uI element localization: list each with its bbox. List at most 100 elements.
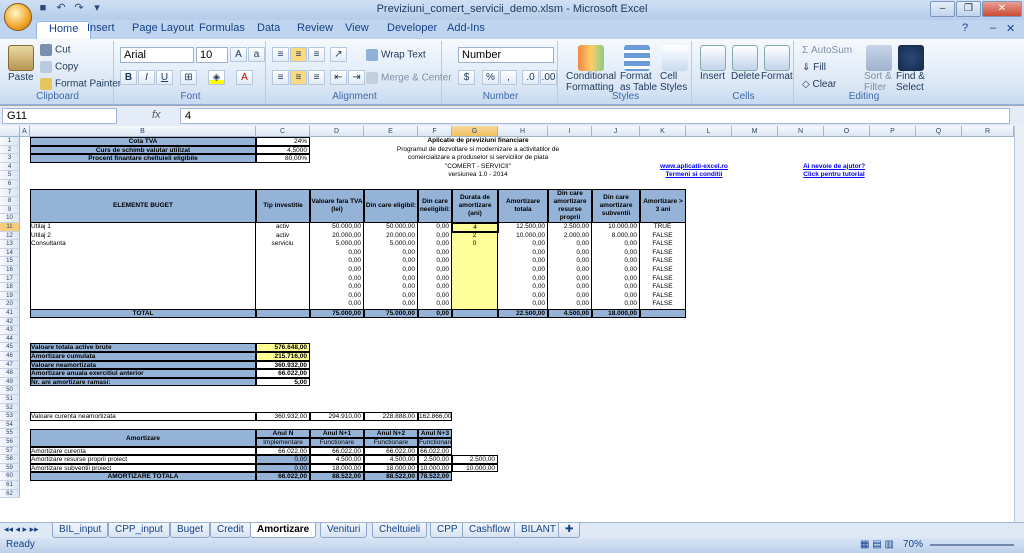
table-cell[interactable]: 0,00 (310, 283, 364, 292)
duration-cell[interactable]: 2 (452, 231, 498, 241)
row-header[interactable]: 42 (0, 317, 20, 327)
param-value[interactable]: 80,00% (256, 154, 310, 163)
row-header[interactable]: 18 (0, 283, 20, 292)
align-center-button[interactable]: ≡ (290, 70, 307, 85)
table-cell[interactable]: FALSE (640, 300, 686, 309)
table-cell[interactable]: FALSE (640, 240, 686, 249)
param-value[interactable]: 4,5000 (256, 145, 310, 155)
sheet-tab-cheltuieli[interactable]: Cheltuieli (372, 523, 428, 538)
row-header[interactable]: 3 (0, 154, 20, 163)
column-header[interactable]: B (30, 126, 256, 137)
table-cell[interactable]: 10.000,00 (498, 231, 548, 241)
tab-developer[interactable]: Developer (387, 22, 437, 34)
table-cell[interactable]: 50.000,00 (364, 223, 418, 232)
row-header[interactable]: 46 (0, 352, 20, 361)
comma-button[interactable]: , (500, 70, 517, 85)
align-left-button[interactable]: ≡ (272, 70, 289, 85)
table-cell[interactable]: 0,00 (364, 291, 418, 301)
sort-filter-button[interactable]: Sort & Filter (864, 71, 892, 93)
table-cell[interactable]: FALSE (640, 266, 686, 275)
format-as-table-button[interactable]: Format as Table (620, 71, 657, 93)
row-header[interactable]: 56 (0, 438, 20, 447)
row-header[interactable]: 52 (0, 403, 20, 413)
row-header[interactable]: 14 (0, 248, 20, 258)
table-cell[interactable]: activ (256, 231, 310, 241)
format-painter-button[interactable]: Format Painter (40, 78, 121, 90)
sheet-tab-bil-input[interactable]: BIL_input (52, 523, 109, 538)
row-header[interactable]: 48 (0, 369, 20, 378)
table-cell[interactable]: 0,00 (498, 291, 548, 301)
table-cell[interactable]: 0,00 (310, 257, 364, 266)
sheet-tab-buget[interactable]: Buget (170, 523, 211, 538)
table-cell[interactable]: 0,00 (310, 248, 364, 258)
underline-button[interactable]: U (156, 70, 173, 85)
table-cell[interactable]: 0,00 (498, 300, 548, 309)
row-header[interactable]: 20 (0, 300, 20, 309)
table-cell[interactable]: FALSE (640, 231, 686, 241)
increase-indent-button[interactable]: ⇥ (348, 70, 365, 85)
conditional-formatting-button[interactable]: Conditional Formatting (566, 71, 616, 93)
clear-button[interactable]: ◇ Clear (802, 79, 836, 90)
binoculars-icon[interactable] (898, 45, 924, 71)
row-header[interactable]: 59 (0, 463, 20, 473)
autosum-button[interactable]: Σ AutoSum (802, 45, 852, 56)
tab-review[interactable]: Review (297, 22, 333, 34)
duration-cell[interactable] (452, 257, 498, 266)
table-cell[interactable] (256, 266, 310, 275)
row-header[interactable]: 9 (0, 205, 20, 215)
column-header[interactable]: F (418, 126, 452, 137)
row-header[interactable]: 57 (0, 446, 20, 456)
table-cell[interactable]: TRUE (640, 223, 686, 232)
table-cell[interactable]: FALSE (640, 248, 686, 258)
duration-cell[interactable] (452, 291, 498, 301)
table-cell[interactable]: 0,00 (418, 274, 452, 284)
column-header[interactable]: M (732, 126, 778, 137)
table-cell[interactable]: 0,00 (364, 274, 418, 284)
fx-icon[interactable]: fx (152, 109, 161, 121)
table-cell[interactable]: 0,00 (310, 274, 364, 284)
row-header[interactable]: 8 (0, 197, 20, 206)
tutorial-link[interactable]: Click pentru tutorial (783, 171, 885, 180)
duration-cell[interactable] (452, 274, 498, 284)
table-cell[interactable]: 0,00 (418, 283, 452, 292)
row-header[interactable]: 58 (0, 455, 20, 464)
table-cell[interactable] (30, 283, 256, 292)
zoom-slider[interactable] (930, 544, 1014, 546)
sheet-tab-cpp-input[interactable]: CPP_input (108, 523, 170, 538)
paste-button[interactable]: Paste (8, 72, 34, 83)
duration-cell[interactable]: 0 (452, 240, 498, 249)
table-cell[interactable]: 5.000,00 (310, 240, 364, 249)
number-format-select[interactable]: Number (458, 47, 554, 63)
table-cell[interactable]: FALSE (640, 283, 686, 292)
row-header[interactable]: 51 (0, 395, 20, 404)
table-cell[interactable]: 0,00 (592, 266, 640, 275)
grow-font-button[interactable]: A (230, 47, 247, 62)
column-header[interactable]: A (20, 126, 30, 137)
column-header[interactable]: C (256, 126, 310, 137)
insert-cells-button[interactable]: Insert (700, 71, 725, 82)
table-cell[interactable]: 0,00 (548, 266, 592, 275)
tab-add-ins[interactable]: Add-Ins (447, 22, 485, 34)
table-cell[interactable]: 0,00 (592, 248, 640, 258)
table-cell[interactable] (256, 283, 310, 292)
help-link[interactable]: Ai nevoie de ajutor? (783, 163, 885, 172)
table-cell[interactable]: 0,00 (498, 266, 548, 275)
summary-value[interactable]: 576.648,00 (256, 343, 310, 352)
decrease-decimal-button[interactable]: .00 (540, 70, 557, 85)
sheet-nav-icons[interactable]: ◂◂ ◂ ▸ ▸▸ (4, 524, 39, 535)
table-cell[interactable]: 0,00 (592, 257, 640, 266)
sheet-tab-venituri[interactable]: Venituri (320, 523, 368, 538)
table-cell[interactable]: 0,00 (418, 300, 452, 309)
table-cell[interactable]: 0,00 (364, 248, 418, 258)
table-cell[interactable]: Utilaj 2 (30, 231, 256, 241)
conditional-formatting-icon[interactable] (578, 45, 604, 71)
delete-cells-icon[interactable] (732, 45, 758, 71)
summary-value[interactable]: 66.022,00 (256, 369, 310, 378)
row-header[interactable]: 1 (0, 137, 20, 146)
help-icon[interactable]: ? (962, 22, 968, 34)
table-cell[interactable]: 0,00 (548, 283, 592, 292)
formula-input[interactable]: 4 (180, 108, 1010, 124)
align-middle-button[interactable]: ≡ (290, 47, 307, 62)
row-header[interactable]: 13 (0, 240, 20, 249)
table-cell[interactable]: 12.500,00 (498, 223, 548, 232)
